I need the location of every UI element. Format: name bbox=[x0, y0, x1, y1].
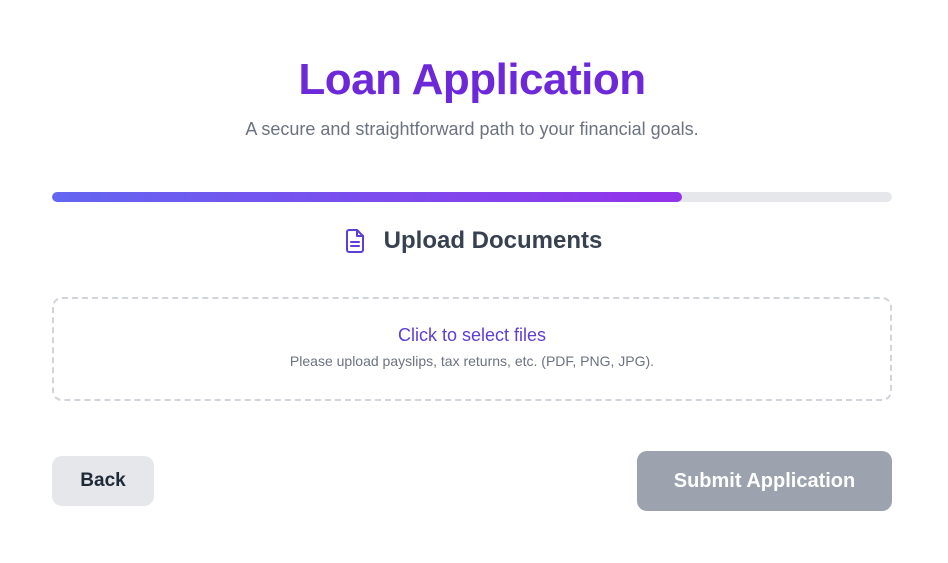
page-title: Loan Application bbox=[298, 55, 646, 104]
back-button[interactable]: Back bbox=[52, 456, 154, 506]
loan-application-page: Loan Application A secure and straightfo… bbox=[0, 0, 948, 563]
submit-application-button[interactable]: Submit Application bbox=[637, 451, 892, 511]
progress-bar-fill bbox=[52, 192, 682, 202]
upload-hint: Please upload payslips, tax returns, etc… bbox=[289, 353, 655, 369]
page-subtitle: A secure and straightforward path to you… bbox=[245, 119, 699, 139]
select-files-link[interactable]: Click to select files bbox=[398, 323, 546, 347]
document-icon bbox=[342, 227, 368, 255]
file-upload-dropzone[interactable]: Click to select files Please upload pays… bbox=[52, 297, 892, 401]
progress-bar bbox=[52, 192, 892, 202]
step-title: Upload Documents bbox=[383, 227, 603, 254]
step-header: Upload Documents bbox=[0, 224, 944, 258]
